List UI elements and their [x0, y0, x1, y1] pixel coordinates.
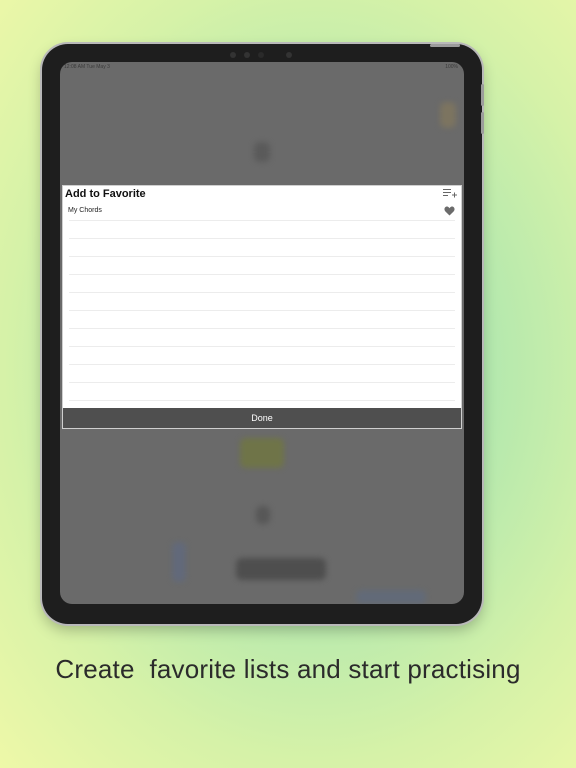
volume-button [481, 84, 484, 106]
empty-row [69, 239, 455, 257]
volume-button [481, 112, 484, 134]
camera-sensor [230, 52, 236, 58]
list-item-label: My Chords [68, 207, 102, 214]
background-content [356, 590, 426, 604]
camera-sensor [286, 52, 292, 58]
background-content [254, 142, 270, 162]
dialog-title: Add to Favorite [65, 188, 146, 200]
empty-row [69, 221, 455, 239]
empty-row [69, 329, 455, 347]
power-button [430, 44, 460, 47]
empty-row [69, 257, 455, 275]
camera-sensor [258, 52, 264, 58]
add-to-favorite-dialog: Add to Favorite My Chords Done [62, 185, 462, 429]
status-battery: 100% [445, 64, 458, 70]
background-content [256, 506, 270, 524]
empty-row [69, 293, 455, 311]
empty-row [69, 365, 455, 383]
background-content [240, 438, 284, 468]
camera-sensor [244, 52, 250, 58]
background-content [236, 558, 326, 580]
empty-row [69, 383, 455, 401]
heart-icon[interactable] [444, 206, 455, 216]
background-content [172, 542, 186, 582]
favorite-lists: My Chords [63, 203, 461, 401]
background-content [440, 102, 456, 128]
screen: 12:08 AM Tue May 3 100% Add to Favorite … [60, 62, 464, 604]
empty-row [69, 311, 455, 329]
promo-caption: Create favorite lists and start practisi… [55, 654, 521, 684]
playlist-add-icon[interactable] [443, 188, 457, 200]
empty-row [69, 275, 455, 293]
empty-row [69, 347, 455, 365]
list-item[interactable]: My Chords [68, 203, 455, 221]
ipad-frame: 12:08 AM Tue May 3 100% Add to Favorite … [42, 44, 482, 624]
done-button[interactable]: Done [63, 408, 461, 428]
status-time: 12:08 AM Tue May 3 [64, 64, 110, 70]
